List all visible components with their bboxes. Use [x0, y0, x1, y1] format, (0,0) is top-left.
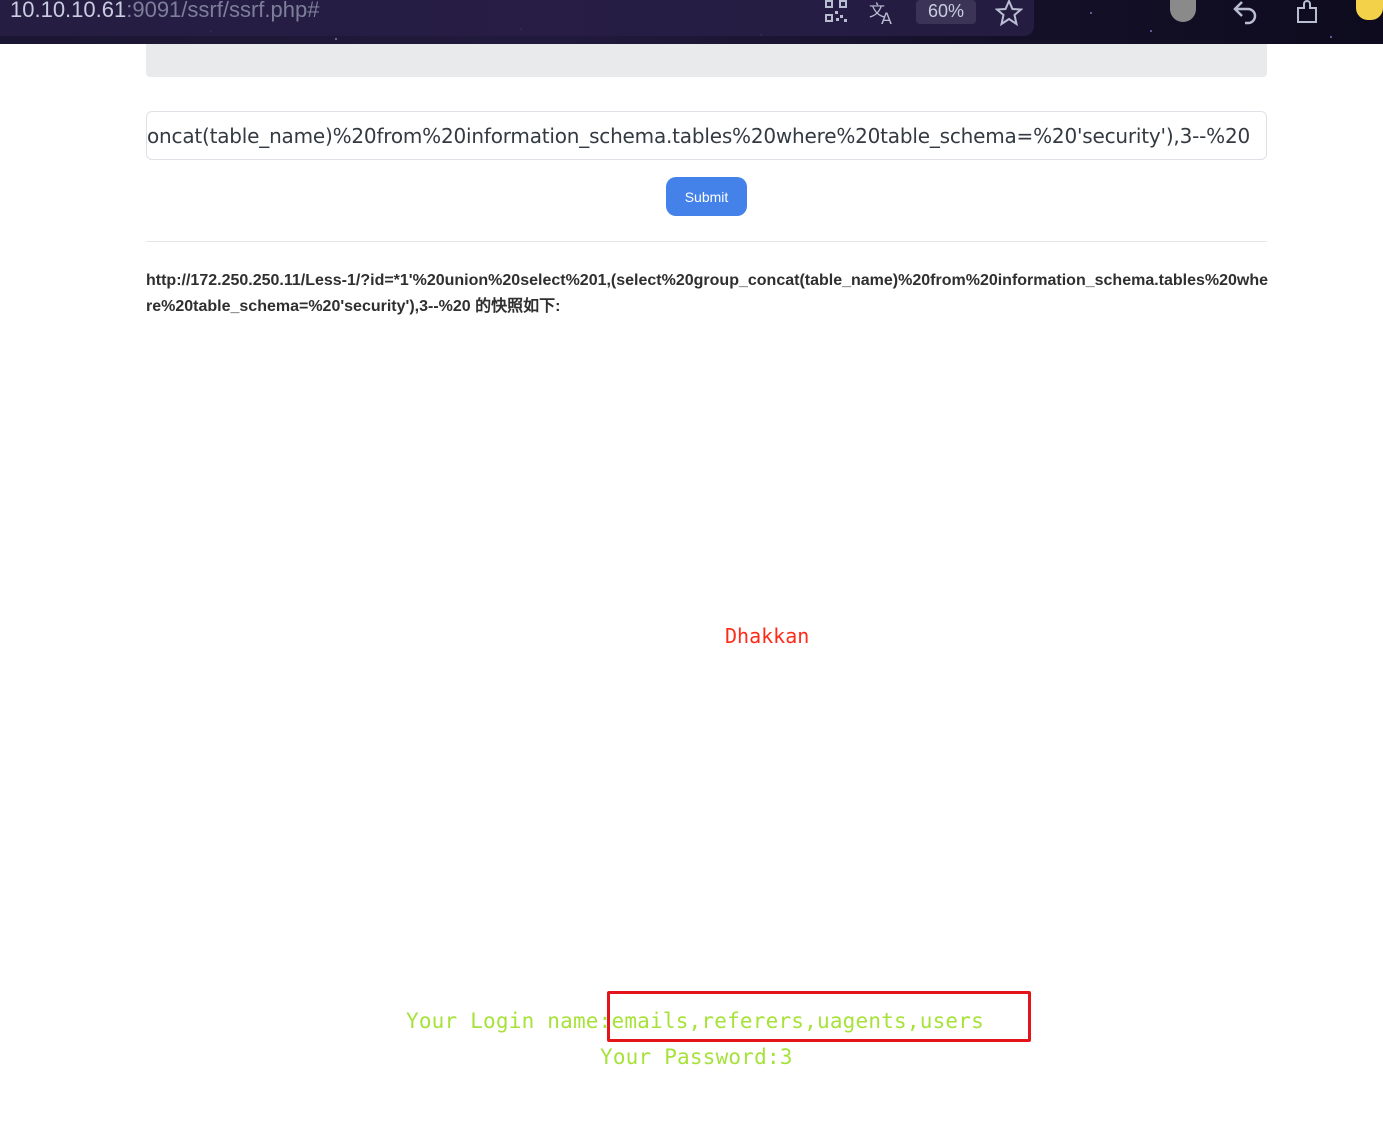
extensions-icon[interactable]: [1296, 0, 1322, 32]
back-icon[interactable]: [1232, 0, 1260, 32]
address-bar[interactable]: 10.10.10.61:9091/ssrf/ssrf.php# 文A 60%: [0, 0, 1034, 36]
snapshot-heading: http://172.250.250.11/Less-1/?id=*1'%20u…: [146, 272, 1269, 315]
translate-icon[interactable]: 文A: [869, 0, 897, 32]
background-star: [335, 38, 337, 40]
background-star: [1090, 12, 1092, 14]
ssrf-url-input[interactable]: ›up_concat(table_name)%20from%20informat…: [146, 111, 1267, 160]
browser-toolbar: 10.10.10.61:9091/ssrf/ssrf.php# 文A 60%: [0, 0, 1383, 44]
zoom-level-badge[interactable]: 60%: [916, 0, 976, 24]
qr-code-icon[interactable]: [824, 0, 848, 30]
address-url[interactable]: 10.10.10.61:9091/ssrf/ssrf.php#: [10, 0, 319, 23]
background-star: [1150, 30, 1152, 32]
svg-text:A: A: [881, 9, 892, 26]
submit-button[interactable]: Submit: [666, 177, 747, 216]
password-line: Your Password:3: [600, 1045, 793, 1069]
url-path: :9091/ssrf/ssrf.php#: [126, 0, 320, 22]
page-title-dhakkan: Dhakkan: [725, 624, 810, 648]
divider: [146, 241, 1267, 242]
bookmark-star-icon[interactable]: [994, 0, 1024, 32]
top-panel: [146, 44, 1267, 77]
profile-avatar-icon[interactable]: [1170, 0, 1196, 22]
duck-avatar-icon[interactable]: [1356, 0, 1383, 20]
login-name-label: Your Login name: [406, 1009, 599, 1033]
url-input-value: ›up_concat(table_name)%20from%20informat…: [146, 124, 1250, 148]
red-highlight-box: [607, 991, 1031, 1042]
background-star: [1330, 36, 1332, 38]
url-host: 10.10.10.61: [10, 0, 127, 22]
